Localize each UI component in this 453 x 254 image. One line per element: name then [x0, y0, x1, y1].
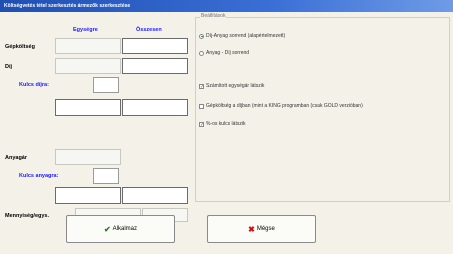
label-kulcs-dijra: Kulcs díjra: — [19, 82, 49, 88]
radio-anyag-dij-label: Anyag - Díj sorrend — [206, 50, 250, 56]
cancel-button[interactable]: ✖ Mégse — [207, 215, 316, 243]
apply-button[interactable]: ✔ Alkalmaz — [66, 215, 175, 243]
radio-selected-icon — [199, 33, 204, 39]
radio-dij-anyag[interactable]: Díj-Anyag sorrend (alapértelmezett) — [199, 33, 285, 39]
anyag-computed-total-field[interactable] — [122, 187, 188, 204]
dij-computed-unit-field[interactable] — [55, 99, 121, 116]
apply-button-label: Alkalmaz — [112, 226, 138, 232]
dij-computed-total-field[interactable] — [122, 99, 188, 116]
column-header-total: Összesen — [136, 27, 162, 33]
gepkoltseg-total-field[interactable] — [122, 38, 188, 54]
checkbox-kulcs-label: %-os kulcs látszik — [206, 121, 246, 127]
gepkoltseg-unit-field[interactable] — [55, 38, 121, 54]
dij-unit-field[interactable] — [55, 58, 121, 74]
label-kulcs-anyagra: Kulcs anyagra: — [19, 173, 59, 179]
anyag-computed-unit-field[interactable] — [55, 187, 121, 204]
check-icon: ✓ — [199, 83, 205, 90]
radio-anyag-dij[interactable]: Anyag - Díj sorrend — [199, 50, 249, 56]
editor-window: Költségvetés tétel szerkesztés ármezők s… — [0, 0, 453, 254]
checkbox-gepkoltseg-label: Gépköltség a díjban (mint a KING program… — [206, 103, 363, 109]
checkbox-kulcs-latszik[interactable]: ✓ %-os kulcs látszik — [199, 121, 245, 127]
checkmark-icon: ✔ — [103, 224, 111, 234]
kulcs-anyagra-field[interactable] — [93, 168, 119, 184]
settings-group — [195, 17, 450, 202]
column-header-unit: Egységre — [73, 27, 98, 33]
checkbox-szamitott-label: Számított egységár látszik — [206, 83, 265, 89]
close-icon: ✖ — [248, 224, 255, 234]
window-title: Költségvetés tétel szerkesztés ármezők s… — [0, 0, 453, 12]
checkbox-szamitott-egysegar[interactable]: ✓ Számított egységár látszik — [199, 83, 264, 89]
settings-group-title: Beállítások — [200, 13, 227, 19]
kulcs-dijra-field[interactable] — [93, 77, 119, 93]
label-mennyiseg: Mennyiség/egys. — [5, 213, 50, 219]
radio-unselected-icon — [199, 50, 204, 56]
label-anyagar: Anyagár — [5, 155, 28, 161]
label-gepkoltseg: Gépköltség — [5, 44, 35, 50]
check-icon: ✓ — [199, 121, 205, 128]
empty-checkbox-icon — [199, 103, 204, 109]
dij-total-field[interactable] — [122, 58, 188, 74]
checkbox-gepkoltseg-dijban[interactable]: Gépköltség a díjban (mint a KING program… — [199, 103, 363, 109]
radio-dij-anyag-label: Díj-Anyag sorrend (alapértelmezett) — [206, 33, 286, 39]
cancel-button-label: Mégse — [256, 226, 275, 232]
label-dij: Díj — [5, 64, 13, 70]
anyagar-unit-field[interactable] — [55, 149, 121, 165]
